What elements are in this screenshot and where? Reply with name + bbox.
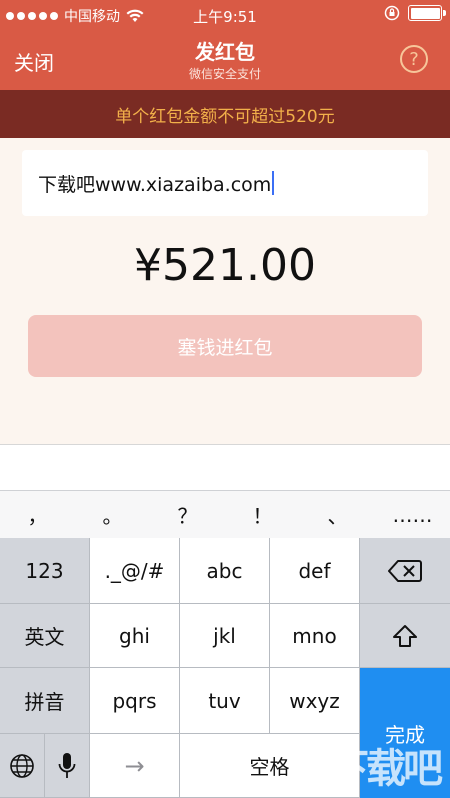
rotation-lock-icon: [384, 5, 400, 21]
message-input[interactable]: 下载吧www.xiazaiba.com: [22, 150, 428, 216]
key-wxyz[interactable]: wxyz: [270, 668, 360, 734]
candidate-item[interactable]: ！: [225, 500, 300, 529]
mic-key[interactable]: [45, 734, 90, 798]
key-ghi[interactable]: ghi: [90, 604, 180, 668]
key-def[interactable]: def: [270, 538, 360, 604]
divider: [0, 444, 450, 445]
backspace-icon: [388, 559, 422, 582]
key-jkl[interactable]: jkl: [180, 604, 270, 668]
globe-icon: [10, 753, 34, 778]
key-abc[interactable]: abc: [180, 538, 270, 604]
status-bar: 中国移动 上午9:51: [0, 0, 450, 30]
amount-warning-banner: 单个红包金额不可超过520元: [0, 90, 450, 138]
red-packet-form: 下载吧www.xiazaiba.com ¥521.00 塞钱进红包: [0, 138, 450, 444]
candidate-item[interactable]: 、: [300, 500, 375, 529]
key-123[interactable]: 123: [0, 538, 90, 604]
battery-icon: [408, 5, 446, 21]
candidate-item[interactable]: ？: [150, 500, 225, 529]
microphone-icon: [58, 752, 76, 778]
key-mno[interactable]: mno: [270, 604, 360, 668]
globe-key[interactable]: [0, 734, 45, 798]
page-subtitle: 微信安全支付: [188, 67, 261, 81]
delete-key[interactable]: [360, 538, 450, 604]
amount-display: ¥521.00: [134, 240, 316, 291]
status-time: 上午9:51: [193, 8, 257, 26]
page-title: 发红包: [195, 40, 255, 64]
status-right: [384, 5, 446, 21]
message-input-value: 下载吧www.xiazaiba.com: [38, 173, 272, 196]
key-pinyin[interactable]: 拼音: [0, 668, 90, 734]
key-symbols[interactable]: ._@/#: [90, 538, 180, 604]
candidate-bar: ， 。 ？ ！ 、 ……: [0, 490, 450, 538]
shift-key[interactable]: [360, 604, 450, 668]
key-tuv[interactable]: tuv: [180, 668, 270, 734]
arrow-key[interactable]: →: [90, 734, 180, 798]
help-icon[interactable]: ?: [400, 45, 428, 73]
key-pqrs[interactable]: pqrs: [90, 668, 180, 734]
stuff-money-button[interactable]: 塞钱进红包: [28, 315, 422, 377]
candidate-item[interactable]: ……: [375, 503, 450, 527]
key-english[interactable]: 英文: [0, 604, 90, 668]
watermark-logo: 下载吧: [329, 746, 443, 792]
candidate-item[interactable]: 。: [75, 500, 150, 529]
text-caret: [272, 171, 275, 195]
candidate-item[interactable]: ，: [0, 500, 75, 529]
top-bar: 中国移动 上午9:51 关闭 发红包 微信安全支付 ?: [0, 0, 450, 90]
shift-icon: [393, 624, 417, 647]
